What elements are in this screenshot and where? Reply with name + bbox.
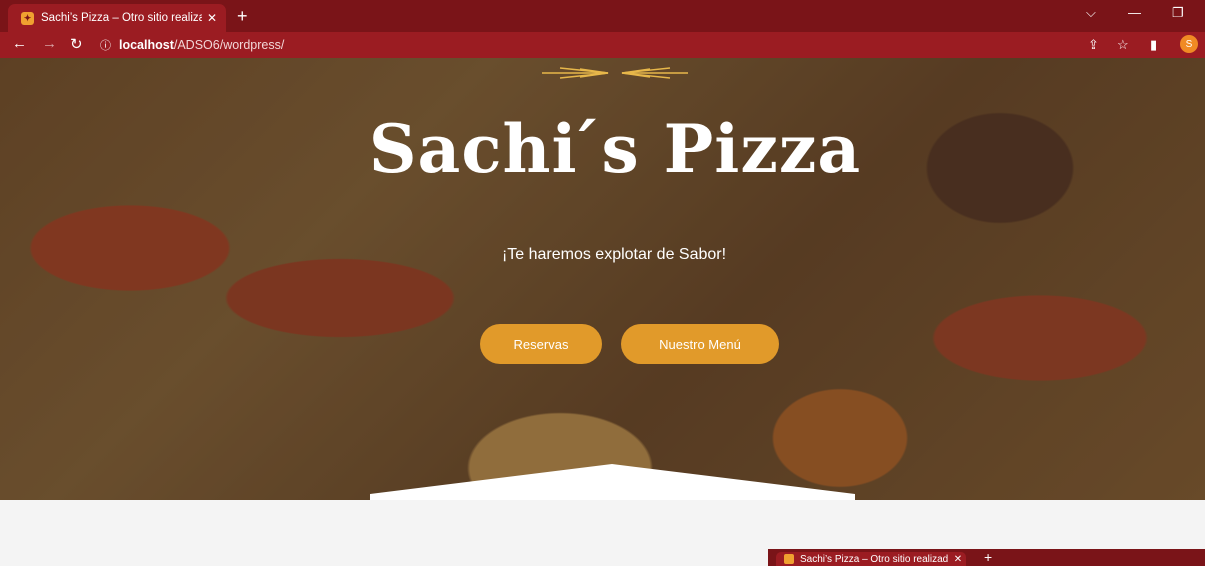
minimize-icon[interactable]: —: [1128, 5, 1141, 20]
browser-tab[interactable]: ✦ Sachi’s Pizza – Otro sitio realizad ✕: [8, 4, 226, 32]
site-info-icon[interactable]: ⓘ: [100, 37, 111, 53]
hero-bottom-divider: [370, 464, 855, 500]
forward-icon[interactable]: →: [42, 35, 57, 52]
tab-title: Sachi’s Pizza – Otro sitio realizad: [41, 12, 202, 24]
hero-banner: Sachi ́s Pizza ¡Te haremos explotar de S…: [0, 58, 1205, 500]
new-tab-button[interactable]: +: [237, 6, 248, 27]
reload-icon[interactable]: ↻: [70, 35, 83, 53]
bookmark-star-icon[interactable]: ☆: [1117, 37, 1129, 53]
tab-close-icon[interactable]: ✕: [202, 11, 222, 25]
url-path: /ADSO6/wordpress/: [173, 38, 285, 52]
url-field[interactable]: ⓘ localhost/ADSO6/wordpress/: [100, 35, 1205, 55]
browser-tab-strip: ✦ Sachi’s Pizza – Otro sitio realizad ✕ …: [0, 0, 1205, 32]
tab-search-chevron-icon[interactable]: ⌵: [1086, 5, 1096, 21]
secondary-browser-tab[interactable]: Sachi’s Pizza – Otro sitio realizad ✕: [776, 552, 966, 566]
address-bar: ← → ↻ ⓘ localhost/ADSO6/wordpress/ ⇪ ☆ ▮: [0, 32, 1205, 58]
secondary-favicon-icon: [784, 554, 794, 564]
secondary-browser-window: Sachi’s Pizza – Otro sitio realizad ✕ +: [768, 549, 1205, 566]
side-panel-icon[interactable]: ▮: [1150, 37, 1157, 53]
back-icon[interactable]: ←: [12, 35, 27, 52]
share-icon[interactable]: ⇪: [1088, 37, 1099, 53]
url-host: localhost: [119, 38, 174, 52]
secondary-new-tab-button[interactable]: +: [984, 549, 992, 565]
secondary-tab-title: Sachi’s Pizza – Otro sitio realizad: [800, 553, 949, 565]
profile-avatar[interactable]: S: [1180, 35, 1198, 53]
restore-icon[interactable]: ❐: [1172, 5, 1184, 21]
secondary-tab-close-icon[interactable]: ✕: [950, 554, 966, 565]
site-favicon-icon: ✦: [21, 11, 34, 25]
